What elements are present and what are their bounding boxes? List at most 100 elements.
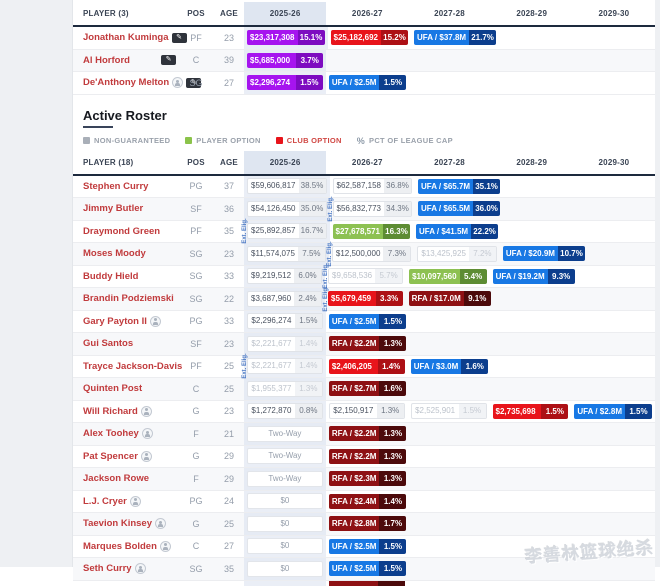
player-age: 29	[214, 474, 244, 484]
player-column-header[interactable]: PLAYER (18)	[73, 158, 178, 167]
player-link[interactable]: Taevion Kinsey	[83, 518, 152, 529]
season-column-header[interactable]: 2029-30	[573, 2, 655, 25]
salary-cell	[491, 356, 573, 378]
salary-value: $25,892,857	[248, 224, 299, 238]
cap-pct-value: 15.2%	[381, 30, 408, 45]
salary-cell: Ext. Elig.$5,679,4593.3%	[325, 288, 406, 310]
salary-value: RFA / $17.0M	[409, 291, 464, 306]
player-age: 22	[214, 294, 244, 304]
player-link[interactable]: Marques Bolden	[83, 541, 157, 552]
salary-cell: $2,735,6981.5%	[490, 401, 572, 423]
table-row: Jimmy ButlerSF36$54,126,45035.0%Ext. Eli…	[73, 198, 655, 221]
salary-cell	[574, 288, 655, 310]
player-link[interactable]: Al Horford	[83, 55, 130, 66]
salary-cell	[573, 333, 655, 355]
player-link[interactable]: Trayce Jackson-Davis	[83, 361, 182, 372]
player-link[interactable]: Quinten Post	[83, 383, 142, 394]
player-link[interactable]: Pat Spencer	[83, 451, 138, 462]
salary-value: $1,272,870	[248, 404, 295, 418]
salary-cell	[491, 513, 573, 535]
active-roster-header: PLAYER (18)POSAGE2025-262026-272027-2820…	[73, 151, 655, 176]
pos-column-header[interactable]: POS	[178, 9, 214, 18]
salary-pill: $9,219,5126.0%	[247, 268, 322, 284]
season-column-header[interactable]: 2026-27	[326, 151, 408, 174]
player-position: G	[178, 519, 214, 529]
salary-value: $2,150,917	[330, 404, 377, 418]
season-column-header[interactable]: 2028-29	[491, 151, 573, 174]
salary-cell: RFA / $17.0M9.1%	[406, 288, 494, 310]
player-link[interactable]: De'Anthony Melton	[83, 77, 169, 88]
salary-pill: $2,296,2741.5%	[247, 313, 323, 329]
salary-cell: UFA / $2.5M1.5%	[326, 311, 410, 333]
season-column-header[interactable]: 2025-26	[244, 151, 326, 174]
player-position: C	[178, 55, 214, 65]
season-column-header[interactable]: 2026-27	[326, 2, 408, 25]
salary-cell	[491, 446, 573, 468]
player-link[interactable]: Brandin Podziemski	[83, 293, 174, 304]
player-link[interactable]: Draymond Green	[83, 226, 160, 237]
salary-value: $2,296,274	[247, 75, 296, 90]
player-status-icon	[135, 563, 146, 574]
player-position: SG	[178, 564, 214, 574]
table-row: Will RichardG23$1,272,8700.8%$2,150,9171…	[73, 401, 655, 424]
salary-cell: RFA / $2.2M1.3%	[326, 423, 410, 445]
salary-cell: $13,425,9257.2%	[414, 243, 500, 265]
salary-cell	[491, 311, 573, 333]
table-row: Moses MoodySG23$11,574,0757.5%Ext. Elig.…	[73, 243, 655, 266]
two-way-cell: Two-Way	[247, 471, 323, 487]
player-link[interactable]: Stephen Curry	[83, 181, 148, 192]
salary-value: $10,097,560	[409, 269, 460, 284]
player-age: 27	[214, 541, 244, 551]
season-column-header[interactable]: 2025-26	[244, 2, 326, 25]
salary-value: $2,735,698	[493, 404, 542, 419]
player-age: 23	[214, 406, 244, 416]
salary-value: UFA / $2.5M	[329, 561, 380, 576]
season-column-header[interactable]: 2027-28	[408, 151, 490, 174]
player-column-header[interactable]: PLAYER (3)	[73, 9, 178, 18]
salary-cell: $27,678,57116.3%	[330, 221, 414, 243]
salary-cell	[491, 491, 573, 513]
player-link[interactable]: Seth Curry	[83, 563, 132, 574]
age-column-header[interactable]: AGE	[214, 9, 244, 18]
player-link[interactable]: Will Richard	[83, 406, 138, 417]
salary-value: $2,221,677	[248, 359, 295, 373]
player-link[interactable]: Jackson Rowe	[83, 473, 149, 484]
season-column-header[interactable]: 2027-28	[408, 2, 490, 25]
player-status-icon	[141, 406, 152, 417]
player-link[interactable]: Gary Payton II	[83, 316, 147, 327]
player-position: F	[178, 474, 214, 484]
player-link[interactable]: Buddy Hield	[83, 271, 138, 282]
player-position: SG	[178, 249, 214, 259]
pos-column-header[interactable]: POS	[178, 158, 214, 167]
player-position: PG	[178, 181, 214, 191]
salary-value: UFA / $65.5M	[418, 201, 473, 216]
salary-cell	[503, 198, 579, 220]
salary-value: $1,955,377	[248, 382, 295, 396]
player-link[interactable]: Moses Moody	[83, 248, 146, 259]
player-link[interactable]: Jimmy Butler	[83, 203, 143, 214]
salary-value: RFA / $2.4M	[329, 494, 380, 509]
player-position: C	[178, 384, 214, 394]
cap-pct-value: 1.6%	[461, 359, 488, 374]
two-way-cell: Two-Way	[247, 426, 323, 442]
player-link[interactable]: Jonathan Kuminga	[83, 32, 169, 43]
salary-cell	[588, 243, 655, 265]
expiring-table-header: PLAYER (3)POSAGE2025-262026-272027-28202…	[73, 2, 655, 27]
age-column-header[interactable]: AGE	[214, 158, 244, 167]
cap-pct-value: 1.3%	[379, 449, 406, 464]
cap-pct-value: 1.5%	[379, 561, 406, 576]
salary-cell	[573, 378, 655, 400]
season-column-header[interactable]: 2029-30	[573, 151, 655, 174]
season-column-header[interactable]: 2028-29	[491, 2, 573, 25]
player-link[interactable]: Gui Santos	[83, 338, 133, 349]
salary-cell	[409, 423, 491, 445]
salary-pill: $62,587,15836.8%	[333, 178, 413, 194]
cap-pct-value: 36.8%	[384, 179, 411, 193]
salary-value: $5,685,000	[247, 53, 296, 68]
cap-pct-value: 5.4%	[460, 269, 487, 284]
player-link[interactable]: Alex Toohey	[83, 428, 139, 439]
player-link[interactable]: L.J. Cryer	[83, 496, 127, 507]
salary-pill: UFA / $65.5M36.0%	[418, 201, 500, 216]
salary-value: UFA / $2.5M	[329, 539, 380, 554]
active-roster-body: Stephen CurryPG37$59,606,81738.5%$62,587…	[73, 176, 655, 581]
